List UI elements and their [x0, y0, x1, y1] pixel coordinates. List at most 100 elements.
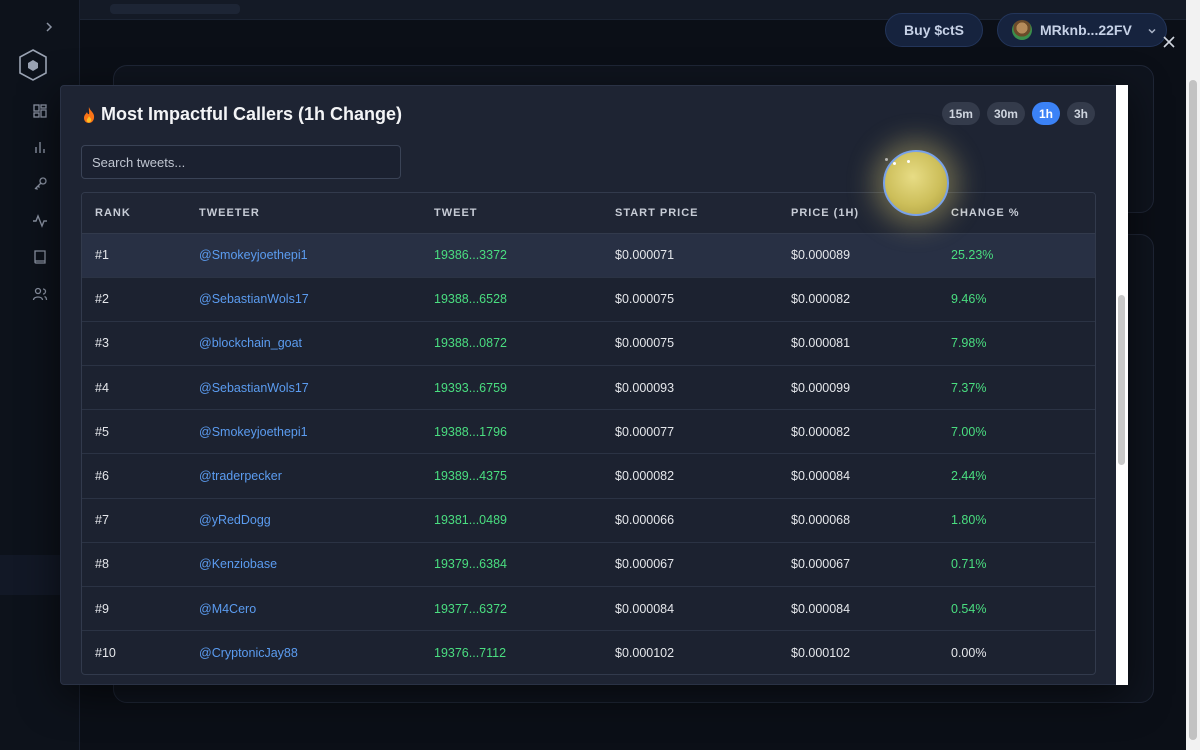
- price-1h-cell: $0.000081: [778, 321, 938, 367]
- wallet-button[interactable]: MRknb...22FV: [997, 13, 1167, 47]
- tweeter-link[interactable]: @blockchain_goat: [186, 321, 421, 367]
- column-header-tweet[interactable]: TWEET: [421, 193, 602, 234]
- expand-sidebar-icon[interactable]: [44, 20, 58, 36]
- change-cell: 0.00%: [938, 630, 1095, 674]
- tweeter-link[interactable]: @SebastianWols17: [186, 277, 421, 322]
- tweet-link[interactable]: 19377...6372: [421, 586, 602, 632]
- start-price-cell: $0.000071: [602, 233, 778, 278]
- modal-title: Most Impactful Callers (1h Change): [81, 104, 402, 125]
- change-cell: 7.00%: [938, 409, 1095, 455]
- blurred-breadcrumb: [110, 4, 240, 14]
- timeframe-30m[interactable]: 30m: [986, 102, 1025, 125]
- page-scrollbar[interactable]: [1186, 0, 1200, 750]
- price-1h-cell: $0.000089: [778, 233, 938, 278]
- close-icon[interactable]: [1161, 35, 1177, 51]
- callers-modal: Most Impactful Callers (1h Change) 15m 3…: [60, 85, 1128, 685]
- table-row[interactable]: #1 @Smokeyjoethepi1 19386...3372 $0.000071 $…: [82, 233, 1095, 278]
- sparkle-icon: [907, 160, 910, 163]
- start-price-cell: $0.000093: [602, 365, 778, 411]
- buy-token-button[interactable]: Buy $ctS: [885, 13, 983, 47]
- table-row[interactable]: #7 @yRedDogg 19381...0489 $0.000066 $0.00006…: [82, 498, 1095, 543]
- callers-table: RANK TWEETER TWEET START PRICE PRICE (1H…: [81, 192, 1096, 675]
- price-1h-cell: $0.000084: [778, 453, 938, 499]
- price-1h-cell: $0.000099: [778, 365, 938, 411]
- tweet-link[interactable]: 19381...0489: [421, 498, 602, 543]
- rank-cell: #4: [82, 365, 186, 411]
- start-price-cell: $0.000066: [602, 498, 778, 543]
- price-1h-cell: $0.000102: [778, 630, 938, 674]
- column-header-start-price[interactable]: START PRICE: [602, 193, 778, 234]
- table-row[interactable]: #3 @blockchain_goat 19388...0872 $0.000075 $…: [82, 321, 1095, 367]
- change-cell: 7.98%: [938, 321, 1095, 367]
- table-row[interactable]: #4 @SebastianWols17 19393...6759 $0.000093 $…: [82, 365, 1095, 411]
- page-scrollbar-thumb[interactable]: [1189, 80, 1197, 740]
- price-1h-cell: $0.000068: [778, 498, 938, 543]
- column-header-tweeter[interactable]: TWEETER: [186, 193, 421, 234]
- tweet-link[interactable]: 19388...1796: [421, 409, 602, 455]
- sparkle-icon: [885, 158, 888, 161]
- change-cell: 25.23%: [938, 233, 1095, 278]
- search-input[interactable]: [81, 145, 401, 179]
- start-price-cell: $0.000077: [602, 409, 778, 455]
- key-icon[interactable]: [32, 176, 48, 192]
- glowing-coin-icon: [883, 150, 949, 216]
- column-header-rank[interactable]: RANK: [82, 193, 186, 234]
- start-price-cell: $0.000102: [602, 630, 778, 674]
- change-cell: 9.46%: [938, 277, 1095, 322]
- book-icon[interactable]: [32, 249, 48, 265]
- rank-cell: #7: [82, 498, 186, 543]
- app-logo-icon[interactable]: [18, 48, 48, 82]
- rank-cell: #3: [82, 321, 186, 367]
- change-cell: 0.71%: [938, 542, 1095, 588]
- start-price-cell: $0.000075: [602, 277, 778, 322]
- rank-cell: #8: [82, 542, 186, 588]
- tweeter-link[interactable]: @traderpecker: [186, 453, 421, 499]
- tweet-link[interactable]: 19388...0872: [421, 321, 602, 367]
- table-row[interactable]: #6 @traderpecker 19389...4375 $0.000082 $0.0…: [82, 453, 1095, 499]
- rank-cell: #5: [82, 409, 186, 455]
- tweet-link[interactable]: 19379...6384: [421, 542, 602, 588]
- tweet-link[interactable]: 19389...4375: [421, 453, 602, 499]
- table-row[interactable]: #2 @SebastianWols17 19388...6528 $0.000075 $…: [82, 277, 1095, 322]
- chevron-down-icon: [1146, 24, 1158, 36]
- rank-cell: #10: [82, 630, 186, 674]
- start-price-cell: $0.000082: [602, 453, 778, 499]
- tweet-link[interactable]: 19388...6528: [421, 277, 602, 322]
- tweeter-link[interactable]: @M4Cero: [186, 586, 421, 632]
- users-icon[interactable]: [32, 286, 48, 302]
- tweeter-link[interactable]: @Kenziobase: [186, 542, 421, 588]
- table-row[interactable]: #9 @M4Cero 19377...6372 $0.000084 $0.000084 0…: [82, 586, 1095, 632]
- tweeter-link[interactable]: @Smokeyjoethepi1: [186, 233, 421, 278]
- tweeter-link[interactable]: @yRedDogg: [186, 498, 421, 543]
- price-1h-cell: $0.000084: [778, 586, 938, 632]
- dashboard-icon[interactable]: [32, 103, 48, 119]
- timeframe-3h[interactable]: 3h: [1066, 102, 1095, 125]
- rank-cell: #6: [82, 453, 186, 499]
- bar-chart-icon[interactable]: [32, 139, 48, 155]
- modal-scrollbar-thumb[interactable]: [1118, 295, 1125, 465]
- start-price-cell: $0.000084: [602, 586, 778, 632]
- change-cell: 0.54%: [938, 586, 1095, 632]
- wallet-address: MRknb...22FV: [1040, 22, 1132, 38]
- column-header-change[interactable]: CHANGE %: [938, 193, 1095, 234]
- timeframe-15m[interactable]: 15m: [941, 102, 980, 125]
- timeframe-1h[interactable]: 1h: [1031, 102, 1060, 125]
- tweet-link[interactable]: 19393...6759: [421, 365, 602, 411]
- rank-cell: #1: [82, 233, 186, 278]
- table-row[interactable]: #5 @Smokeyjoethepi1 19388...1796 $0.000077 $…: [82, 409, 1095, 455]
- tweeter-link[interactable]: @CryptonicJay88: [186, 630, 421, 674]
- rank-cell: #2: [82, 277, 186, 322]
- sparkle-icon: [893, 162, 896, 165]
- price-1h-cell: $0.000082: [778, 277, 938, 322]
- table-row[interactable]: #8 @Kenziobase 19379...6384 $0.000067 $0.000…: [82, 542, 1095, 588]
- modal-scrollbar[interactable]: [1116, 85, 1128, 685]
- activity-icon[interactable]: [32, 213, 48, 229]
- tweeter-link[interactable]: @Smokeyjoethepi1: [186, 409, 421, 455]
- timeframe-selector: 15m 30m 1h 3h: [941, 102, 1095, 125]
- tweet-link[interactable]: 19376...7112: [421, 630, 602, 674]
- price-1h-cell: $0.000082: [778, 409, 938, 455]
- table-row[interactable]: #10 @CryptonicJay88 19376...7112 $0.000102 $…: [82, 630, 1095, 674]
- price-1h-cell: $0.000067: [778, 542, 938, 588]
- tweeter-link[interactable]: @SebastianWols17: [186, 365, 421, 411]
- tweet-link[interactable]: 19386...3372: [421, 233, 602, 278]
